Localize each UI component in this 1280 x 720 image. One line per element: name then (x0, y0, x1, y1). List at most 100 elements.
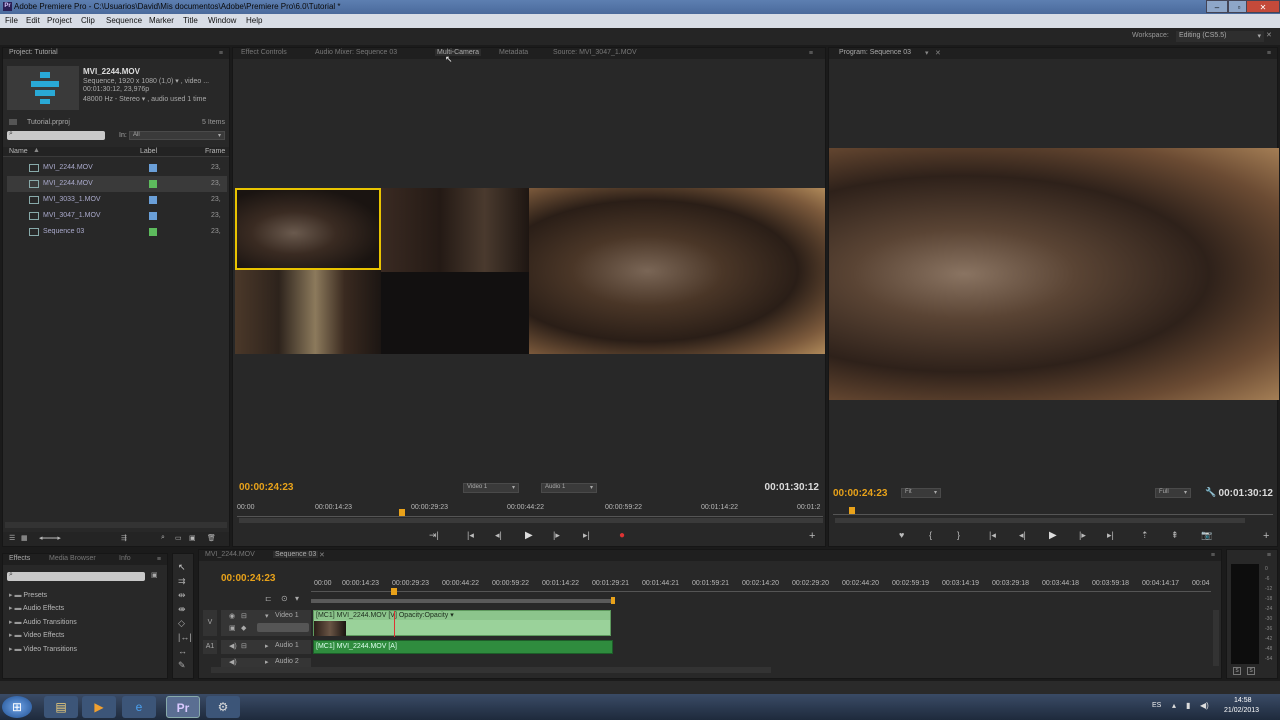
icon-view-icon[interactable]: ▦ (21, 534, 28, 542)
go-to-out-icon[interactable]: ▸| (1107, 530, 1114, 541)
keyframe-nav[interactable] (257, 623, 309, 632)
menu-edit[interactable]: Edit (26, 16, 40, 25)
menu-window[interactable]: Window (208, 16, 236, 25)
source-v-patch[interactable]: V (203, 610, 217, 636)
panel-menu-icon[interactable]: ≡ (1267, 552, 1271, 559)
timeline-timecode[interactable]: 00:00:24:23 (221, 573, 275, 584)
speaker-icon[interactable]: ◀) (229, 642, 237, 650)
lock-icon[interactable]: ⊟ (241, 642, 247, 650)
list-item[interactable]: MVI_3047_1.MOV 23, (7, 208, 227, 224)
slip-tool-icon[interactable]: |↔| (178, 632, 192, 642)
panel-menu-icon[interactable]: ≡ (219, 50, 223, 57)
export-frame-icon[interactable]: 📷 (1201, 530, 1212, 541)
chevron-down-icon[interactable]: ▾ (925, 49, 929, 57)
clock-time[interactable]: 14:58 (1234, 697, 1252, 704)
delete-icon[interactable]: 🗑 (207, 534, 216, 542)
go-to-in-icon[interactable]: |◂ (467, 530, 474, 541)
mark-out-icon[interactable]: } (957, 530, 960, 540)
start-button[interactable]: ⊞ (2, 696, 32, 718)
tab-info[interactable]: Info (119, 555, 131, 562)
tree-presets[interactable]: ▸ ▬ Presets (9, 591, 47, 599)
mark-in-icon[interactable]: { (929, 530, 932, 540)
playhead-marker[interactable] (399, 509, 405, 516)
premiere-taskbar-icon[interactable]: Pr (166, 696, 200, 718)
eye-icon[interactable]: ◉ (229, 612, 235, 620)
zoom-slider[interactable]: ◂═══▸ (39, 534, 61, 542)
video-track-select[interactable]: Video 1 ▾ (463, 483, 519, 493)
marker-icon[interactable]: ▾ (295, 594, 299, 603)
snap-icon[interactable]: ⊏ (265, 594, 272, 603)
list-item[interactable]: Sequence 03 23, (7, 224, 227, 240)
resolution-select[interactable]: Full ▾ (1155, 488, 1191, 498)
minimize-button[interactable]: – (1206, 0, 1228, 13)
display-style-icon[interactable]: ▣ (229, 624, 236, 632)
menu-sequence[interactable]: Sequence (106, 16, 142, 25)
menu-project[interactable]: Project (47, 16, 72, 25)
timeline-vscroll[interactable] (1213, 610, 1219, 666)
work-area-bar[interactable] (311, 599, 613, 603)
solo-left-button[interactable]: S (1233, 667, 1241, 675)
clock-date[interactable]: 21/02/2013 (1224, 707, 1259, 714)
network-icon[interactable]: ▮ (1186, 701, 1190, 710)
timeline-ruler[interactable]: 00:00 00:00:14:23 00:00:29:23 00:00:44:2… (311, 580, 1211, 604)
camera-2-angle[interactable] (235, 270, 381, 354)
tab-sequence-03[interactable]: Sequence 03 (273, 551, 319, 558)
tree-video-effects[interactable]: ▸ ▬ Video Effects (9, 631, 64, 639)
panel-menu-icon[interactable]: ≡ (157, 556, 161, 563)
add-button-icon[interactable]: + (1263, 530, 1269, 542)
link-icon[interactable]: ⊙ (281, 594, 288, 603)
expand-icon[interactable]: ▸ (265, 642, 269, 650)
workspace-select[interactable]: Editing (CS5.5) ▾ (1176, 31, 1264, 42)
panel-menu-icon[interactable]: ≡ (1211, 552, 1215, 559)
app-taskbar-icon[interactable]: ⚙ (206, 696, 240, 718)
list-item[interactable]: MVI_2244.MOV 23, (7, 176, 227, 192)
video-clip[interactable]: [MC1] MVI_2244.MOV [V] Opacity:Opacity ▾ (313, 610, 611, 637)
menu-clip[interactable]: Clip (81, 16, 95, 25)
step-back-icon[interactable]: ◂| (1019, 530, 1026, 541)
rolling-edit-icon[interactable]: ⇼ (178, 604, 186, 615)
close-workspace-icon[interactable]: ✕ (1266, 31, 1272, 39)
insert-icon[interactable]: ⇥| (429, 530, 439, 541)
track-select-icon[interactable]: ⇉ (178, 576, 186, 587)
fit-select[interactable]: Fit ▾ (901, 488, 941, 498)
ie-taskbar-icon[interactable]: e (122, 696, 156, 718)
tab-program[interactable]: Program: Sequence 03 (839, 49, 911, 56)
add-button-icon[interactable]: + (809, 530, 815, 542)
tab-multi-camera[interactable]: Multi-Camera (435, 49, 482, 56)
go-to-in-icon[interactable]: |◂ (989, 530, 996, 541)
lock-icon[interactable]: ⊟ (241, 612, 247, 620)
multicam-timecode[interactable]: 00:00:24:23 (239, 482, 293, 493)
new-bin-icon[interactable]: ▭ (175, 534, 182, 542)
slide-tool-icon[interactable]: ↔ (178, 646, 187, 656)
record-icon[interactable]: ● (619, 530, 625, 541)
razor-tool-icon[interactable]: ◇ (178, 618, 185, 629)
close-button[interactable]: ✕ (1246, 0, 1280, 13)
panel-menu-icon[interactable]: ≡ (1267, 50, 1271, 57)
tree-video-transitions[interactable]: ▸ ▬ Video Transitions (9, 645, 77, 653)
playhead-marker[interactable] (391, 588, 397, 595)
effects-search-input[interactable]: ⌕ (7, 571, 145, 581)
tab-audio-mixer[interactable]: Audio Mixer: Sequence 03 (315, 49, 397, 56)
lift-icon[interactable]: ⇡ (1141, 530, 1149, 541)
expand-icon[interactable]: ▸ (265, 658, 269, 666)
project-scrollbar[interactable] (5, 522, 227, 528)
menu-marker[interactable]: Marker (149, 16, 174, 25)
volume-icon[interactable]: ◀) (1200, 701, 1209, 710)
list-item[interactable]: MVI_3033_1.MOV 23, (7, 192, 227, 208)
tab-effects[interactable]: Effects (9, 555, 30, 562)
in-select[interactable]: All ▾ (129, 131, 225, 140)
list-view-icon[interactable]: ☰ (9, 534, 15, 542)
work-area-end[interactable] (611, 597, 615, 604)
step-forward-icon[interactable]: |▸ (553, 530, 560, 541)
playhead-marker[interactable] (849, 507, 855, 514)
step-back-icon[interactable]: ◂| (495, 530, 502, 541)
source-a1-patch[interactable]: A1 (203, 640, 217, 654)
timeline-scrollbar[interactable] (211, 667, 771, 673)
audio-track-select[interactable]: Audio 1 ▾ (541, 483, 597, 493)
new-item-icon[interactable]: ▣ (189, 534, 196, 542)
menu-file[interactable]: File (5, 16, 18, 25)
list-item[interactable]: MVI_2244.MOV 23, (7, 160, 227, 176)
new-bin-icon[interactable]: ▣ (151, 571, 158, 579)
tab-mvi-2244[interactable]: MVI_2244.MOV (205, 551, 255, 558)
panel-menu-icon[interactable]: ≡ (809, 50, 813, 57)
